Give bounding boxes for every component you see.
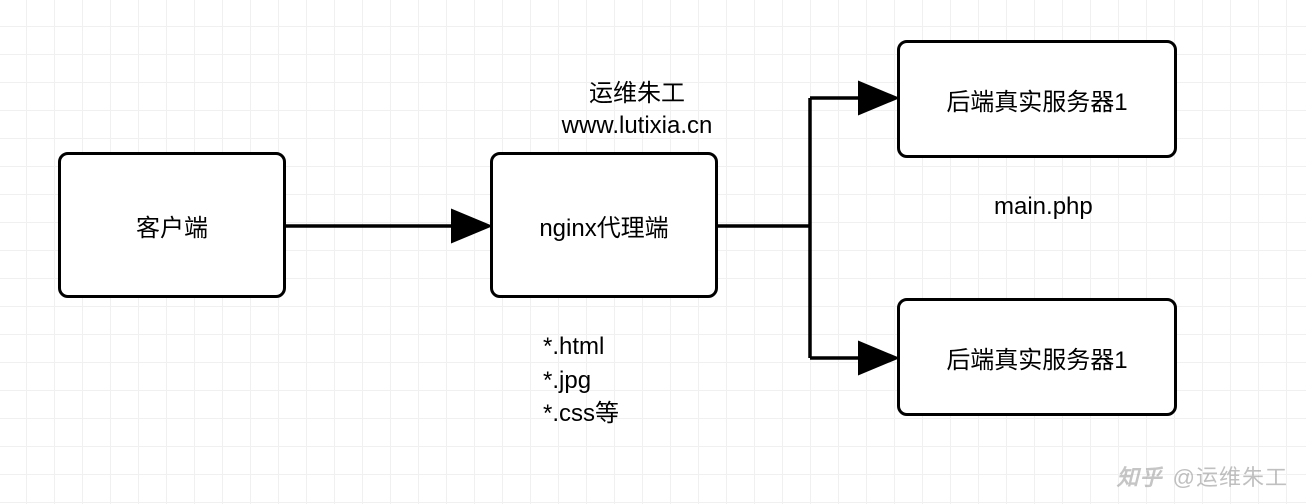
node-proxy-label: nginx代理端	[539, 208, 668, 243]
label-proxy-bottom: *.html *.jpg *.css等	[543, 330, 619, 431]
node-client-label: 客户端	[136, 208, 208, 243]
node-backend-1-label: 后端真实服务器1	[946, 82, 1127, 117]
node-backend-2-label: 后端真实服务器1	[946, 340, 1127, 375]
node-backend-2: 后端真实服务器1	[897, 298, 1177, 416]
watermark-logo: 知乎	[1117, 460, 1163, 492]
watermark: 知乎 @运维朱工	[1117, 460, 1288, 492]
label-proxy-top: 运维朱工 www.lutixia.cn	[527, 78, 747, 143]
node-proxy: nginx代理端	[490, 152, 718, 298]
node-backend-1: 后端真实服务器1	[897, 40, 1177, 158]
label-backend1-bottom: main.php	[994, 193, 1093, 221]
node-client: 客户端	[58, 152, 286, 298]
watermark-text: @运维朱工	[1173, 460, 1288, 492]
